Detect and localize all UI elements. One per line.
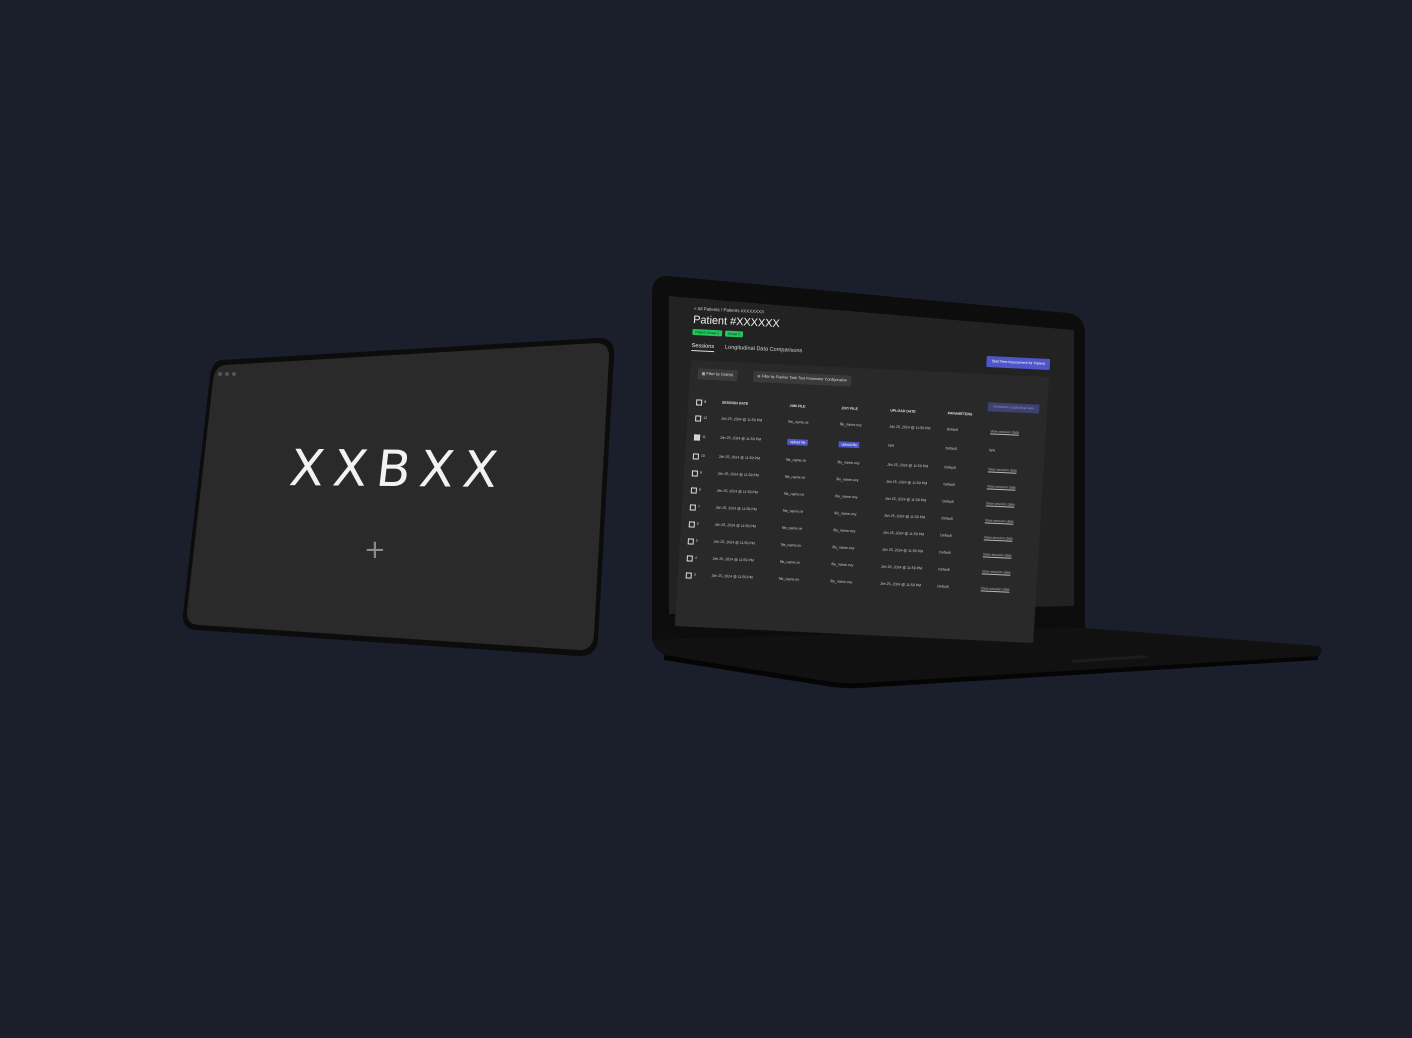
row-date: Jan 25, 2024 @ 11:59 PM <box>718 454 760 461</box>
row-checkbox[interactable] <box>691 470 699 477</box>
row-nim[interactable]: file_name.nir <box>786 458 807 463</box>
row-params: Default <box>946 427 959 432</box>
row-upload: Jan 25, 2024 @ 11:59 PM <box>881 547 924 554</box>
row-upload: Jan 25, 2024 @ 11:59 PM <box>879 581 922 588</box>
col-nim-file: .NIM FILE <box>789 403 806 409</box>
row-num: 7 <box>697 504 700 509</box>
col-parameters: PARAMETERS <box>947 411 973 417</box>
row-oxy[interactable]: file_name.oxy <box>832 545 854 550</box>
view-session-link[interactable]: View session data <box>982 569 1011 574</box>
row-upload: Jan 25, 2024 @ 11:59 PM <box>882 530 925 537</box>
row-nim[interactable]: file_name.nir <box>784 492 805 497</box>
row-nim[interactable]: file_name.nir <box>783 509 804 514</box>
view-session-link[interactable]: View session data <box>987 484 1016 489</box>
row-params: Default <box>943 482 955 487</box>
row-nim[interactable]: file_name.nir <box>785 475 806 480</box>
row-date: Jan 25, 2024 @ 11:59 PM <box>720 416 763 423</box>
row-num: 12 <box>703 415 708 420</box>
row-oxy[interactable]: file_name.oxy <box>833 528 855 533</box>
upload-nim-button[interactable]: upload file <box>786 438 809 446</box>
view-session-link[interactable]: View session data <box>986 501 1015 506</box>
row-params: Default <box>941 516 953 521</box>
row-oxy[interactable]: file_name.oxy <box>831 562 853 567</box>
row-oxy[interactable]: file_name.oxy <box>834 511 856 516</box>
row-checkbox[interactable] <box>689 504 696 511</box>
row-params: Default <box>945 446 957 451</box>
row-upload: Jan 25, 2024 @ 11:59 PM <box>883 513 926 520</box>
row-nim[interactable]: file_name.nir <box>780 560 801 565</box>
row-checkbox[interactable] <box>685 572 692 579</box>
row-date: Jan 25, 2024 @ 11:59 PM <box>711 573 753 580</box>
laptop-screen: < All Patients / Patients #XXXXXXX Patie… <box>674 306 1080 644</box>
row-num: 6 <box>696 521 699 526</box>
row-date: Jan 25, 2024 @ 11:59 PM <box>715 505 757 512</box>
start-assessment-button[interactable]: Start New Assessment for Patient <box>986 356 1051 371</box>
tab-sessions[interactable]: Sessions <box>691 343 715 353</box>
badge-group: Patient Group 1 Group 2 <box>692 329 744 338</box>
row-params: Default <box>942 499 954 504</box>
row-checkbox[interactable] <box>686 555 693 562</box>
row-checkbox[interactable] <box>695 415 702 422</box>
row-date: Jan 25, 2024 @ 11:59 PM <box>716 488 758 495</box>
row-nim[interactable]: file_name.nir <box>781 543 802 548</box>
row-num: 11 <box>701 434 706 439</box>
row-checkbox[interactable] <box>690 487 697 494</box>
row-date: Jan 25, 2024 @ 11:59 PM <box>713 539 755 546</box>
row-action: N/A <box>989 448 996 453</box>
row-nim[interactable]: file_name.nir <box>788 420 809 425</box>
row-nim[interactable]: file_name.nir <box>782 526 803 531</box>
row-params: Default <box>944 465 956 470</box>
row-upload: Jan 25, 2024 @ 11:59 PM <box>884 496 927 503</box>
view-session-link[interactable]: View session data <box>984 535 1013 540</box>
row-num: 10 <box>700 453 705 458</box>
row-date: Jan 25, 2024 @ 11:59 PM <box>717 471 759 478</box>
tab-longitudinal[interactable]: Longitudinal Data Comparisons <box>725 345 803 357</box>
col-num: # <box>704 399 707 404</box>
view-session-link[interactable]: View session data <box>981 586 1010 591</box>
row-date: Jan 25, 2024 @ 11:59 PM <box>719 435 762 442</box>
row-nim[interactable]: file_name.nir <box>779 577 800 582</box>
tab-bar: Sessions Longitudinal Data Comparisons <box>691 343 802 356</box>
row-oxy[interactable]: file_name.oxy <box>835 494 857 499</box>
row-num: 3 <box>693 572 696 577</box>
filter-date-label: Filter by Date(s) <box>706 371 734 378</box>
row-num: 5 <box>695 538 698 543</box>
row-oxy[interactable]: file_name.oxy <box>830 579 852 584</box>
row-upload: Jan 25, 2024 @ 11:59 PM <box>885 479 928 486</box>
row-oxy[interactable]: file_name.oxy <box>836 477 858 482</box>
row-upload: Jan 25, 2024 @ 11:59 PM <box>880 564 923 571</box>
col-session-date: SESSION DATE <box>721 400 749 406</box>
row-params: Default <box>938 567 950 572</box>
row-num: 9 <box>699 470 702 475</box>
row-upload: Jan 25, 2024 @ 11:59 PM <box>886 462 929 469</box>
row-oxy[interactable]: file_name.oxy <box>837 460 859 465</box>
row-checkbox[interactable] <box>688 521 695 528</box>
row-params: Default <box>940 533 952 538</box>
status-badge: Group 2 <box>724 330 744 338</box>
col-oxy-file: .OXY FILE <box>840 406 859 412</box>
view-session-link[interactable]: View session data <box>990 429 1019 434</box>
row-num: 8 <box>698 487 701 492</box>
row-oxy[interactable]: file_name.oxy <box>840 422 862 427</box>
view-session-link[interactable]: View session data <box>985 518 1014 523</box>
row-checkbox[interactable] <box>693 434 701 441</box>
col-upload-date: UPLOAD DATE <box>890 408 916 414</box>
row-upload: Jan 25, 2024 @ 11:59 PM <box>889 424 931 431</box>
view-session-link[interactable]: View session data <box>983 552 1012 557</box>
row-checkbox[interactable] <box>692 453 700 460</box>
row-params: Default <box>937 584 949 589</box>
filter-params-label: Filter by Flanker Task Test Parameter Co… <box>761 374 848 383</box>
row-num: 4 <box>694 555 697 560</box>
status-badge: Patient Group 1 <box>692 329 723 337</box>
select-all-checkbox[interactable] <box>695 399 703 406</box>
upload-oxy-button[interactable]: upload file <box>838 441 861 449</box>
row-date: Jan 25, 2024 @ 11:59 PM <box>712 556 754 563</box>
row-upload: N/A <box>888 443 895 448</box>
row-checkbox[interactable] <box>687 538 694 545</box>
filter-date-button[interactable]: ▦ Filter by Date(s) <box>697 368 738 382</box>
view-session-link[interactable]: View session data <box>988 467 1017 472</box>
page-title: Patient #XXXXXX <box>692 314 781 331</box>
row-date: Jan 25, 2024 @ 11:59 PM <box>714 522 756 529</box>
row-params: Default <box>939 550 951 555</box>
